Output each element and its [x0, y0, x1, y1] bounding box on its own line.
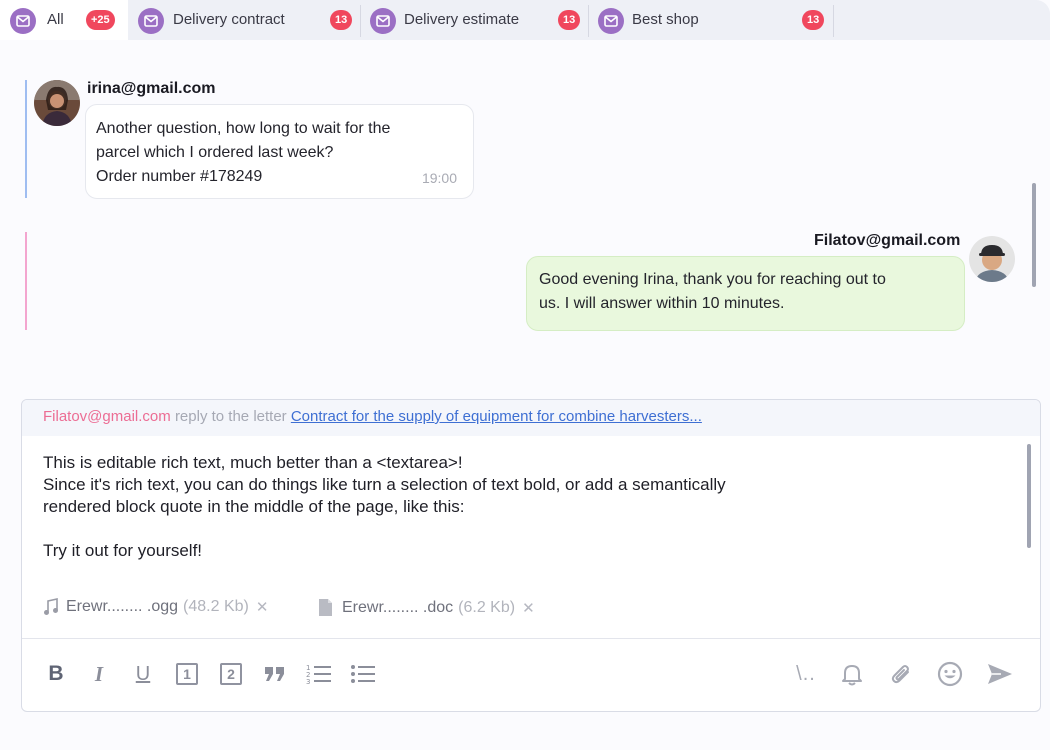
composer: Filatov@gmail.com reply to the letter Co…: [21, 399, 1041, 712]
reply-email: Filatov@gmail.com: [43, 408, 171, 425]
tab-bar: All +25 Delivery contract 13 Delivery es…: [0, 0, 1050, 40]
bulleted-list-icon: [351, 665, 375, 683]
sender-name: irina@gmail.com: [87, 80, 216, 97]
attachment[interactable]: Erewr........ .ogg (48.2 Kb) ✕: [43, 598, 268, 616]
heading-two-button[interactable]: 2: [217, 660, 245, 688]
numbered-list-button[interactable]: 123: [305, 660, 333, 688]
message-line: Good evening Irina, thank you for reachi…: [539, 271, 886, 288]
heading-two-icon: 2: [220, 663, 242, 685]
shortcut-button[interactable]: \..: [789, 660, 823, 688]
svg-text:3: 3: [306, 678, 310, 685]
reply-context: Filatov@gmail.com reply to the letter Co…: [22, 400, 1040, 436]
tab-label: Best shop: [632, 11, 699, 28]
slash-command-icon: \..: [796, 662, 816, 685]
avatar[interactable]: [969, 236, 1015, 282]
tab-label: All: [47, 11, 64, 28]
send-button[interactable]: [986, 660, 1014, 688]
remove-attachment-icon[interactable]: ✕: [522, 599, 535, 617]
emoji-button[interactable]: [936, 660, 964, 688]
remove-attachment-icon[interactable]: ✕: [256, 598, 269, 616]
notification-button[interactable]: [838, 660, 866, 688]
toolbar-divider: [22, 638, 1040, 639]
message-line: us. I will answer within 10 minutes.: [539, 295, 785, 312]
message-bubble: Another question, how long to wait for t…: [85, 104, 474, 199]
mail-icon: [598, 8, 624, 34]
mail-icon: [138, 8, 164, 34]
scrollbar[interactable]: [1032, 183, 1036, 287]
attachment[interactable]: Erewr........ .doc (6.2 Kb) ✕: [318, 598, 535, 617]
bulleted-list-button[interactable]: [349, 660, 377, 688]
paperclip-icon: [891, 665, 909, 684]
attachment-name: Erewr........ .doc: [342, 598, 454, 616]
underline-icon: U: [135, 662, 151, 685]
message-line: Another question, how long to wait for t…: [96, 120, 391, 137]
document-icon: [318, 598, 333, 617]
mail-icon: [10, 8, 36, 34]
avatar[interactable]: [34, 80, 80, 126]
rich-text-editor[interactable]: This is editable rich text, much better …: [43, 452, 1003, 562]
quote-icon: [265, 667, 284, 681]
reply-label: reply to the letter: [174, 408, 287, 425]
editor-line: Since it's rich text, you can do things …: [43, 475, 726, 494]
tab-divider: [833, 5, 834, 37]
italic-button[interactable]: I: [85, 660, 113, 688]
editor-scrollbar[interactable]: [1027, 444, 1031, 548]
numbered-list-icon: 123: [306, 664, 331, 685]
message-bubble: Good evening Irina, thank you for reachi…: [526, 256, 965, 331]
quote-button[interactable]: [261, 660, 289, 688]
sender-name: Filatov@gmail.com: [814, 232, 961, 249]
tab-label: Delivery contract: [173, 11, 285, 28]
tab-badge: 13: [558, 10, 581, 30]
tab-delivery-estimate[interactable]: Delivery estimate 13: [360, 0, 588, 40]
thread-marker: [25, 232, 27, 330]
attachment-size: (6.2 Kb): [458, 598, 516, 616]
tab-badge: +25: [86, 10, 115, 30]
tab-label: Delivery estimate: [404, 11, 520, 28]
music-note-icon: [43, 598, 59, 616]
message-line: Order number #178249: [96, 168, 263, 185]
editor-line: This is editable rich text, much better …: [43, 453, 463, 472]
tab-badge: 13: [330, 10, 353, 30]
heading-one-icon: 1: [176, 663, 198, 685]
bold-icon: B: [48, 662, 64, 685]
heading-one-button[interactable]: 1: [173, 660, 201, 688]
thread-marker: [25, 80, 27, 198]
mail-icon: [370, 8, 396, 34]
italic-icon: I: [94, 661, 104, 686]
smiley-icon: [937, 661, 963, 687]
reply-link[interactable]: Contract for the supply of equipment for…: [291, 408, 702, 425]
tab-badge: 13: [802, 10, 825, 30]
tab-all[interactable]: All +25: [0, 0, 128, 40]
tab-best-shop[interactable]: Best shop 13: [588, 0, 833, 40]
editor-line: Try it out for yourself!: [43, 541, 203, 560]
attach-button[interactable]: [887, 660, 915, 688]
underline-button[interactable]: U: [129, 660, 157, 688]
message-line: parcel which I ordered last week?: [96, 144, 334, 161]
send-icon: [988, 664, 1012, 684]
bell-icon: [842, 665, 862, 686]
tab-delivery-contract[interactable]: Delivery contract 13: [128, 0, 360, 40]
attachment-name: Erewr........ .ogg: [66, 598, 179, 615]
attachment-size: (48.2 Kb): [183, 598, 249, 615]
message-time: 19:00: [421, 170, 457, 186]
editor-line: rendered block quote in the middle of th…: [43, 497, 465, 516]
bold-button[interactable]: B: [42, 660, 70, 688]
